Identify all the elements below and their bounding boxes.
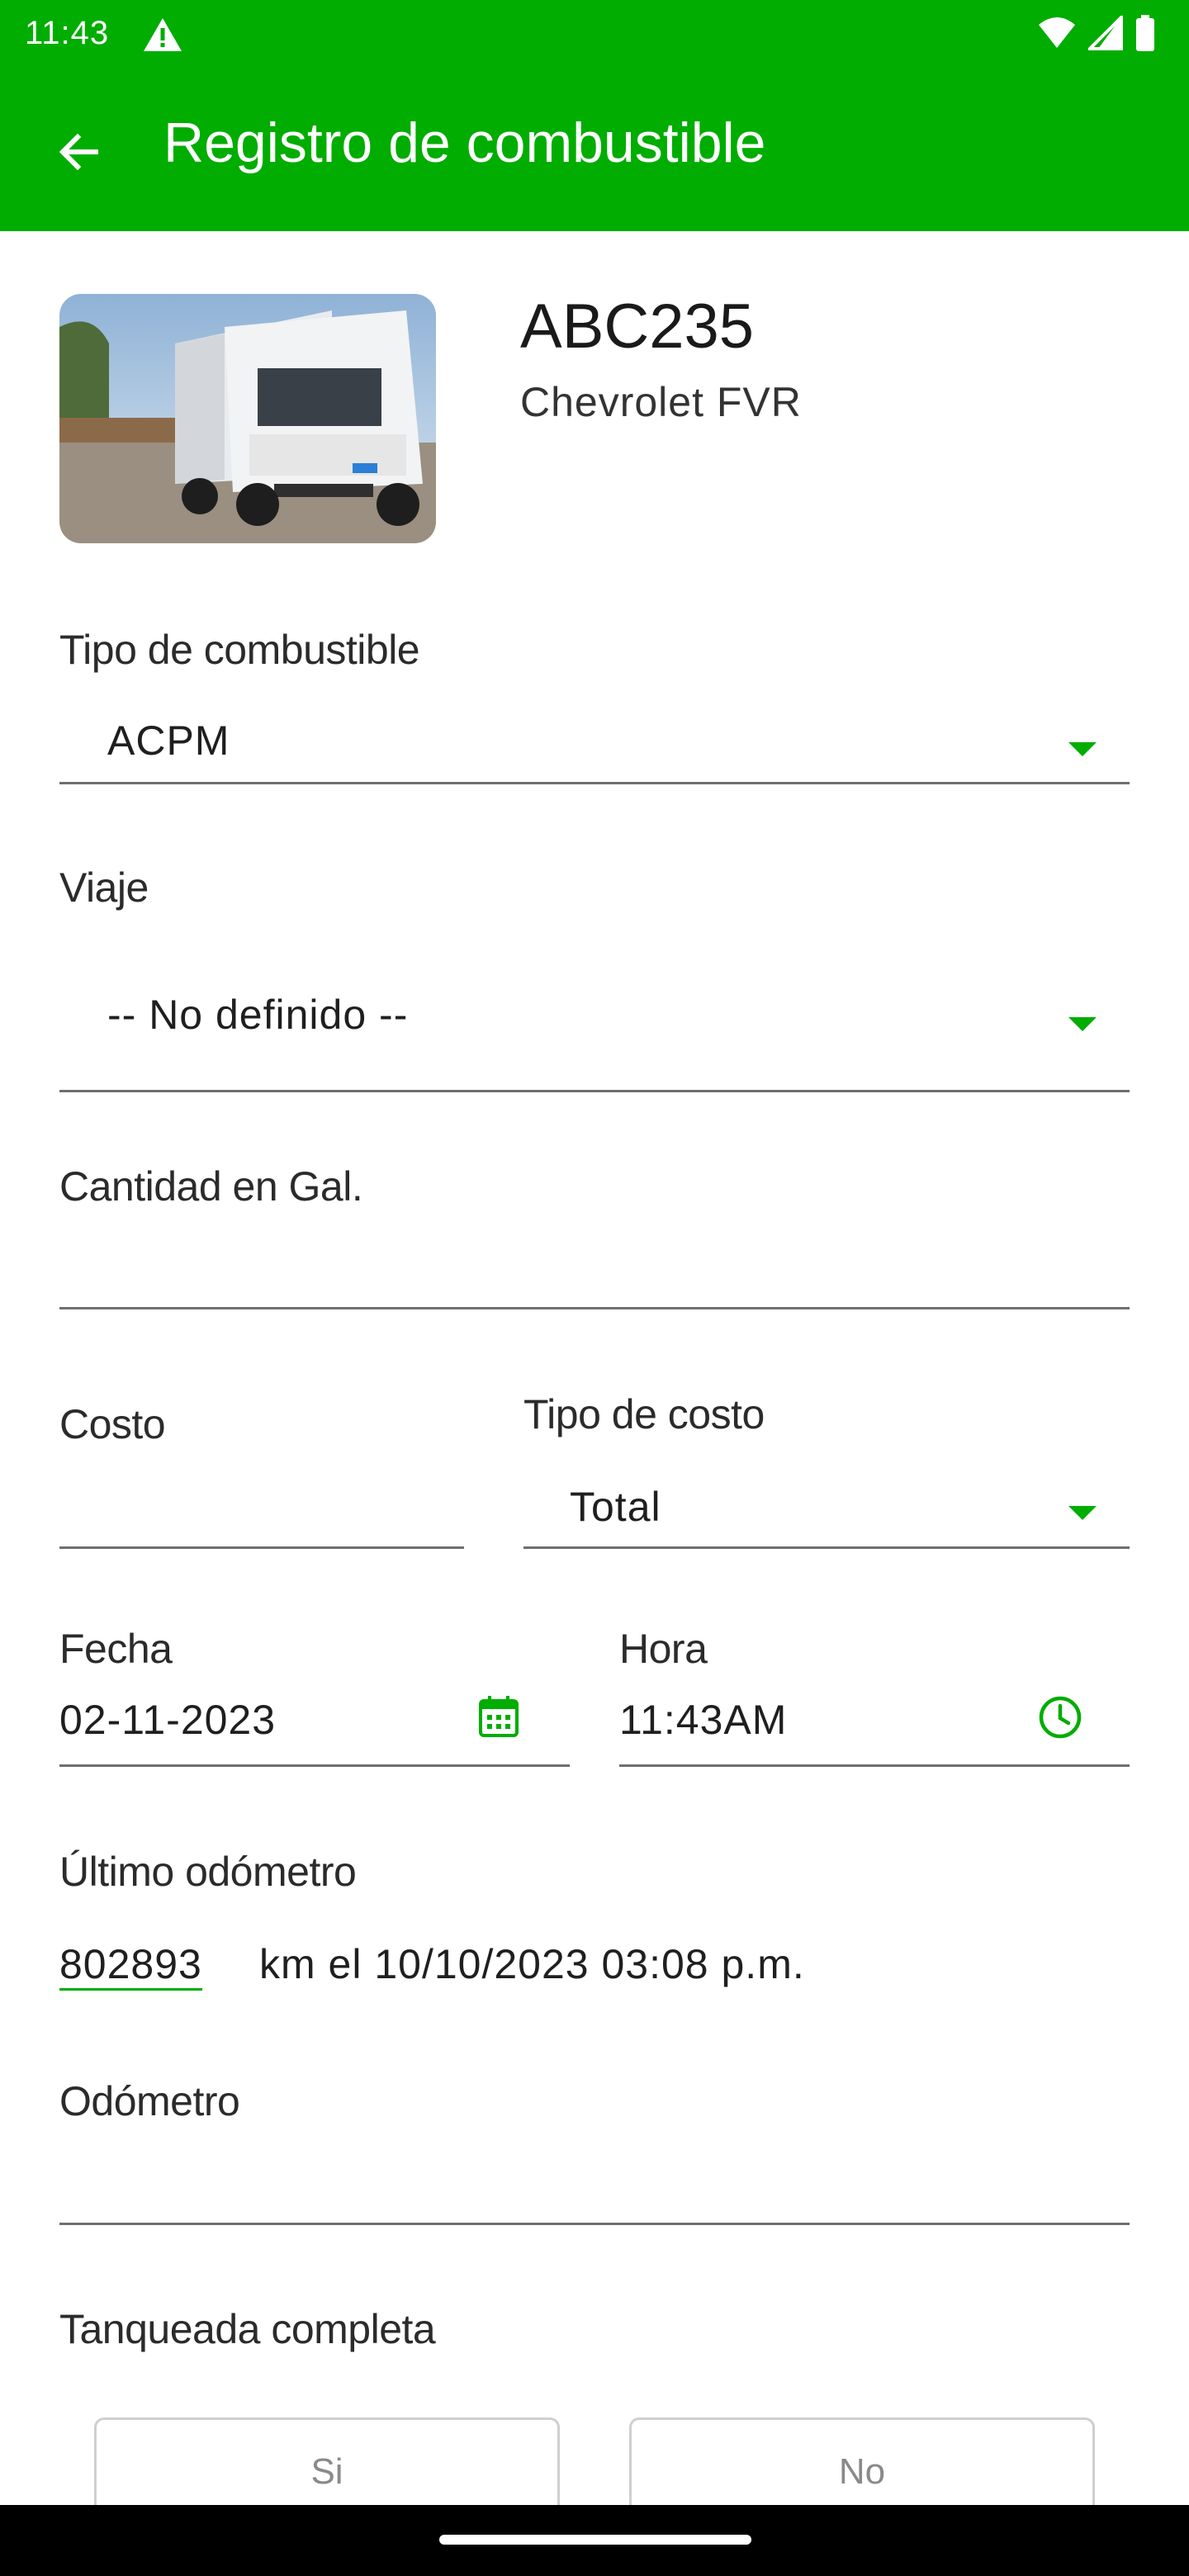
fuel-type-label: Tipo de combustible bbox=[59, 627, 420, 673]
full-tank-label: Tanqueada completa bbox=[59, 2306, 436, 2352]
time-label: Hora bbox=[619, 1626, 708, 1672]
date-value: 02-11-2023 bbox=[59, 1697, 277, 1743]
cost-type-value: Total bbox=[570, 1484, 661, 1530]
odometer-label: Odómetro bbox=[59, 2078, 240, 2124]
odometer-underline bbox=[59, 2223, 1130, 2225]
app-bar: Registro de combustible bbox=[0, 69, 1189, 231]
cost-type-label: Tipo de costo bbox=[523, 1391, 765, 1437]
quantity-input[interactable] bbox=[59, 1230, 1130, 1309]
last-odometer-link[interactable]: 802893 bbox=[59, 1940, 202, 1991]
vehicle-photo bbox=[59, 294, 436, 543]
home-gesture-handle[interactable] bbox=[439, 2535, 751, 2545]
trip-underline bbox=[59, 1090, 1130, 1092]
odometer-input[interactable] bbox=[59, 2147, 1130, 2226]
vehicle-plate: ABC235 bbox=[520, 291, 755, 362]
cost-type-underline bbox=[523, 1546, 1130, 1549]
calendar-icon[interactable] bbox=[474, 1693, 523, 1742]
dropdown-caret-icon bbox=[1068, 1017, 1097, 1031]
alert-triangle-icon bbox=[142, 17, 183, 53]
clock-icon[interactable] bbox=[1035, 1693, 1085, 1742]
trip-select[interactable]: -- No definido -- bbox=[59, 974, 1130, 1090]
arrow-left-icon[interactable] bbox=[50, 122, 109, 182]
page-title: Registro de combustible bbox=[163, 111, 766, 174]
dropdown-caret-icon bbox=[1068, 1506, 1097, 1520]
cell-signal-icon bbox=[1086, 12, 1123, 54]
cost-input[interactable] bbox=[59, 1478, 464, 1547]
time-field[interactable]: 11:43AM bbox=[619, 1676, 1130, 1767]
date-label: Fecha bbox=[59, 1626, 173, 1672]
system-icons bbox=[1037, 12, 1156, 55]
trip-label: Viaje bbox=[59, 864, 149, 911]
fuel-type-select[interactable]: ACPM bbox=[59, 710, 1130, 786]
status-time: 11:43 bbox=[25, 15, 110, 51]
dropdown-caret-icon bbox=[1068, 742, 1097, 756]
system-navigation-bar bbox=[0, 2505, 1189, 2576]
last-odometer-label: Último odómetro bbox=[59, 1849, 357, 1895]
fuel-type-value: ACPM bbox=[107, 717, 230, 764]
battery-icon bbox=[1135, 14, 1156, 55]
vehicle-model: Chevrolet FVR bbox=[520, 379, 802, 425]
quantity-underline bbox=[59, 1307, 1130, 1309]
date-underline bbox=[59, 1764, 570, 1767]
quantity-label: Cantidad en Gal. bbox=[59, 1163, 363, 1210]
status-bar: 11:43 bbox=[0, 0, 1189, 69]
time-underline bbox=[619, 1764, 1130, 1767]
cost-label: Costo bbox=[59, 1401, 166, 1447]
fuel-type-underline bbox=[59, 782, 1130, 784]
date-field[interactable]: 02-11-2023 bbox=[59, 1676, 570, 1767]
cost-underline bbox=[59, 1546, 464, 1549]
cost-type-select[interactable]: Total bbox=[523, 1470, 1130, 1547]
time-value: 11:43AM bbox=[619, 1697, 788, 1743]
last-odometer-detail: km el 10/10/2023 03:08 p.m. bbox=[259, 1941, 805, 1987]
trip-value: -- No definido -- bbox=[107, 992, 409, 1038]
wifi-icon bbox=[1037, 17, 1077, 54]
